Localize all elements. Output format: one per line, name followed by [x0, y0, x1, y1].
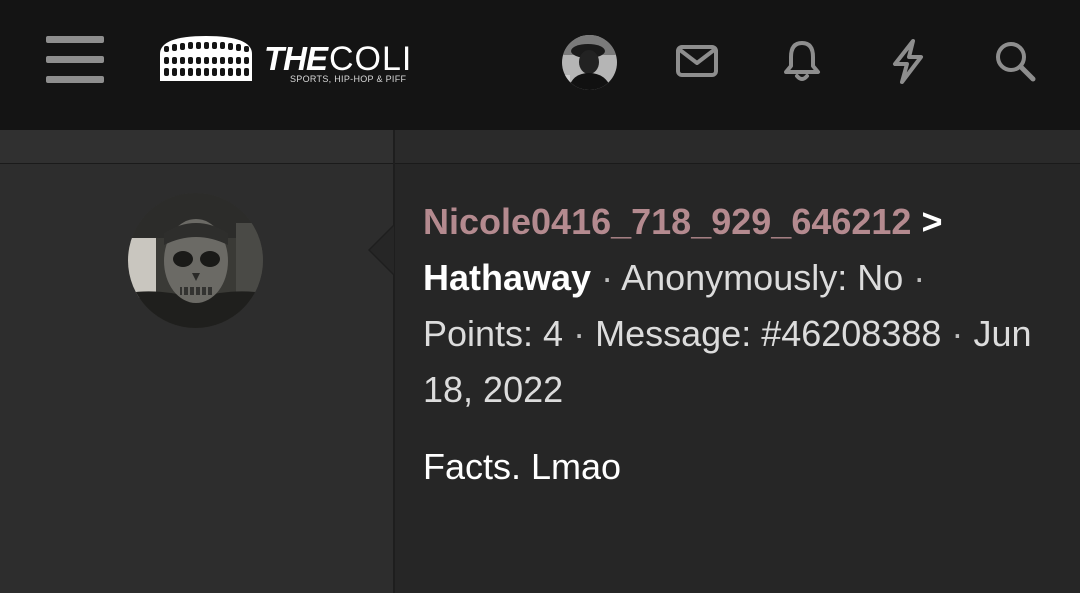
bell-icon[interactable]	[777, 36, 827, 86]
logo-the: THE	[264, 40, 328, 77]
column-divider	[393, 130, 395, 593]
logo-tagline: SPORTS, HIP-HOP & PIFF	[290, 74, 407, 84]
separator: ·	[913, 257, 926, 298]
points-count: Points: 4	[423, 313, 564, 354]
avatar-image	[562, 35, 617, 90]
search-icon[interactable]	[990, 36, 1040, 86]
post-author-avatar[interactable]	[128, 193, 263, 328]
site-logo[interactable]: THECOLI SPORTS, HIP-HOP & PIFF	[156, 32, 436, 92]
post-meta: Nicole0416_718_929_646212 > Hathaway · A…	[423, 194, 1043, 418]
post-pointer	[370, 226, 394, 274]
lightning-icon-graphic	[893, 39, 923, 84]
anonymous-status: Anonymously: No	[621, 257, 904, 298]
bell-icon-graphic	[784, 41, 820, 81]
menu-icon[interactable]	[44, 34, 106, 88]
colosseum-icon	[160, 36, 252, 81]
post-author-link[interactable]: Nicole0416_718_929_646212	[423, 201, 911, 242]
lightning-icon[interactable]	[883, 36, 933, 86]
envelope-icon[interactable]	[672, 36, 722, 86]
search-icon-graphic	[996, 42, 1036, 82]
message-id-link[interactable]: Message: #46208388	[595, 313, 941, 354]
post-message-text: Facts. Lmao	[423, 446, 622, 487]
separator: ·	[601, 257, 614, 298]
separator: ·	[573, 313, 586, 354]
separator: ·	[951, 313, 964, 354]
recipient-link[interactable]: Hathaway	[423, 257, 591, 298]
top-header: THECOLI SPORTS, HIP-HOP & PIFF	[0, 0, 1080, 130]
user-avatar[interactable]	[562, 35, 617, 90]
arrow-separator: >	[921, 201, 943, 242]
envelope-icon-graphic	[676, 45, 718, 77]
post-header-bar	[395, 130, 1080, 163]
skull-mask-avatar-image	[128, 193, 263, 328]
logo-coli: COLI	[329, 40, 413, 78]
user-column-header	[0, 130, 393, 163]
